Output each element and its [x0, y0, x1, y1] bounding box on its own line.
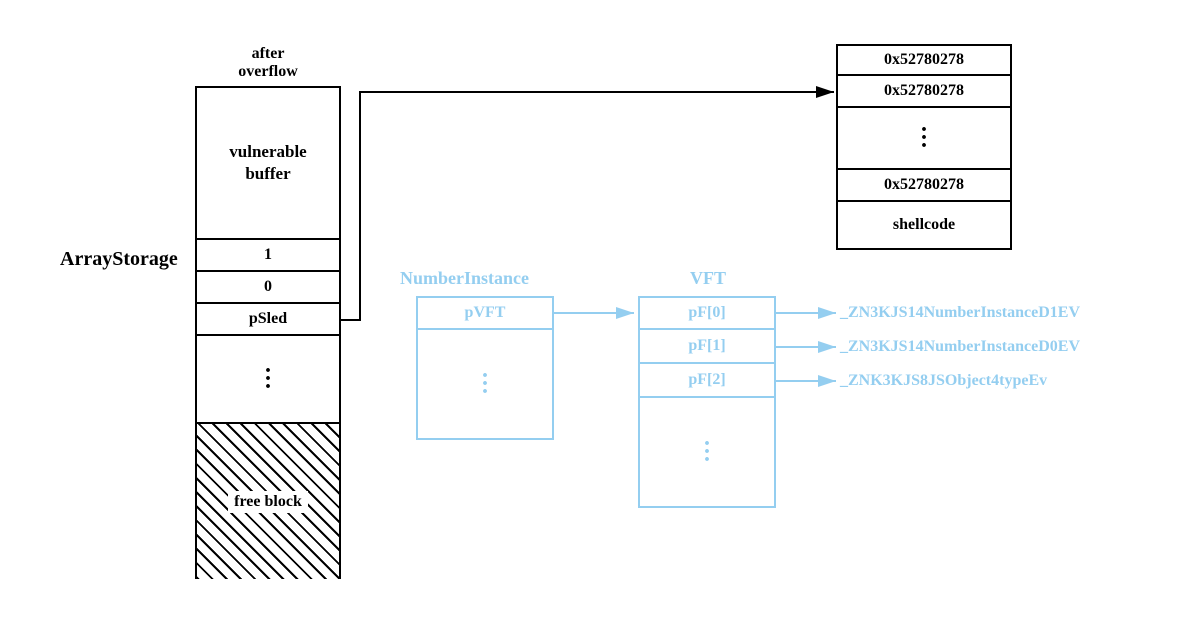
- right-dots-cell: ···: [836, 108, 1012, 170]
- addr-2-cell: 0x52780278: [836, 76, 1012, 108]
- value-1: 1: [264, 246, 272, 264]
- addr-2: 0x52780278: [884, 82, 964, 100]
- after-overflow-1: after: [252, 45, 285, 62]
- vdots-icon: ···: [920, 126, 928, 150]
- left-dots-cell: ···: [195, 336, 341, 424]
- psled-text: pSled: [249, 310, 287, 328]
- addr-3-cell: 0x52780278: [836, 170, 1012, 202]
- value-0-cell: 0: [195, 272, 341, 304]
- arraystorage-label: ArrayStorage: [60, 248, 178, 271]
- addr-3: 0x52780278: [884, 176, 964, 194]
- symbol-0: _ZN3KJS14NumberInstanceD1EV: [840, 304, 1080, 322]
- shellcode-cell: shellcode: [836, 202, 1012, 250]
- pf0-text: pF[0]: [688, 304, 725, 322]
- pvft-text: pVFT: [465, 304, 506, 322]
- free-block-text: free block: [228, 491, 308, 513]
- vdots-icon: ···: [264, 367, 272, 391]
- vft-label: VFT: [690, 268, 726, 289]
- value-1-cell: 1: [195, 240, 341, 272]
- numberinstance-dots-cell: ···: [416, 330, 554, 440]
- vulnerable-buffer-text-1: vulnerable: [229, 141, 306, 163]
- pf2-cell: pF[2]: [638, 364, 776, 398]
- pf1-cell: pF[1]: [638, 330, 776, 364]
- symbol-2: _ZNK3KJS8JSObject4typeEv: [840, 372, 1047, 390]
- vdots-icon: ···: [703, 440, 711, 464]
- vulnerable-buffer-cell: vulnerable buffer: [195, 86, 341, 240]
- pvft-cell: pVFT: [416, 296, 554, 330]
- numberinstance-label: NumberInstance: [400, 268, 529, 289]
- vdots-icon: ···: [481, 372, 489, 396]
- psled-cell: pSled: [195, 304, 341, 336]
- free-block-cell: free block: [195, 424, 341, 579]
- addr-1-cell: 0x52780278: [836, 44, 1012, 76]
- vulnerable-buffer-text-2: buffer: [245, 163, 290, 185]
- addr-1: 0x52780278: [884, 51, 964, 69]
- pf0-cell: pF[0]: [638, 296, 776, 330]
- after-overflow-2: overflow: [238, 63, 298, 80]
- pf2-text: pF[2]: [688, 371, 725, 389]
- vft-dots-cell: ···: [638, 398, 776, 508]
- value-0: 0: [264, 278, 272, 296]
- symbol-1: _ZN3KJS14NumberInstanceD0EV: [840, 338, 1080, 356]
- after-overflow-label: after overflow: [195, 45, 341, 81]
- pf1-text: pF[1]: [688, 337, 725, 355]
- shellcode-text: shellcode: [893, 216, 955, 234]
